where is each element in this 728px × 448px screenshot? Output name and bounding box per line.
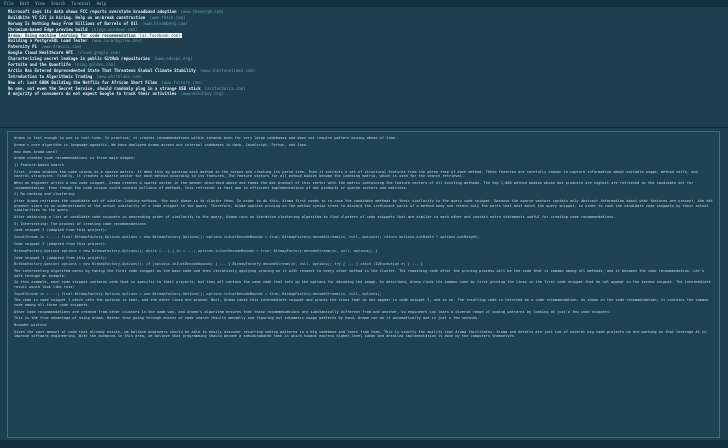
headline-source: (www.ndsspc.org) — [154, 56, 193, 62]
headline-item[interactable]: A majority of consumers do not expect Go… — [8, 91, 608, 97]
article-paragraph: Aroma creates code recommendations in th… — [14, 156, 136, 161]
article-paragraph: InputStream in = ...; final BitmapFactor… — [14, 291, 382, 296]
headline-title: No one, not even the Secret Service, sho… — [8, 85, 201, 91]
article-paragraph: When an engineer writes a new code snipp… — [14, 181, 694, 190]
article-paragraph: 2) Re-ranking and clustering — [14, 192, 75, 197]
article-paragraph: After Aroma retrieves the candidate set … — [14, 199, 713, 212]
menu-view[interactable]: View — [35, 0, 45, 7]
headline-source: (cloud.google.com) — [77, 50, 121, 56]
article-paragraph: How does Aroma work? — [14, 149, 58, 154]
divider — [0, 127, 728, 128]
headline-title: Arctic Has Entered Unprecedented State T… — [8, 67, 196, 73]
headline-title: Paternity Pi — [8, 44, 37, 50]
menu-help[interactable]: Help — [97, 0, 107, 7]
menu-search[interactable]: Search — [51, 0, 65, 7]
headline-source: (www.theverge.com) — [180, 9, 224, 14]
headline-title: A majority of consumers do not expect Go… — [8, 91, 177, 97]
article-paragraph: In this example, each code snippet conta… — [14, 280, 711, 289]
headline-title: Introduction to Algorithmic Trading — [8, 73, 93, 79]
menu-file[interactable]: File — [4, 0, 14, 7]
article-paragraph: BitmapFactory.Options options = new Bitm… — [14, 248, 378, 253]
headline-source: (www.lunarmycrew.dev) — [91, 38, 143, 44]
headline-source: (blog.golden.com) — [74, 62, 116, 68]
headline-title: Aroma: Using machine learning for code r… — [8, 32, 136, 38]
headline-source: (www.fetch.com) — [149, 14, 186, 20]
article-paragraph: Code snippet 1 (adapted from this projec… — [14, 228, 108, 233]
article-paragraph: This is the true advantage of using Arom… — [14, 316, 480, 321]
headline-source: (arstechnica.com) — [204, 85, 246, 91]
menu-terminal[interactable]: Terminal — [71, 0, 90, 7]
headline-list: Microsoft says its data shows FCC report… — [8, 9, 608, 97]
headline-title: Norway Is Nothing Away From Billions of … — [8, 20, 139, 26]
article-pane[interactable]: Aroma is fast enough to use in real time… — [7, 131, 720, 438]
article-paragraph: Other code recommendations are created f… — [14, 309, 612, 314]
article-paragraph: Aroma is fast enough to use in real time… — [14, 136, 397, 140]
headline-source: (www.whitelabs.com) — [96, 73, 143, 79]
article-paragraph: First, Aroma indexes the code corpus as … — [14, 169, 698, 179]
article-paragraph: Broader picture — [14, 323, 47, 328]
headline-title: Building a PostgreSQL Load Tester — [8, 38, 88, 44]
article-paragraph: After obtaining a list of candidate code… — [14, 214, 616, 219]
terminal-window: File Edit View Search Terminal Help Micr… — [0, 0, 728, 448]
headline-source: (www.inkstonetimes.com) — [199, 67, 256, 73]
headline-title: Fortnite and the Quantlife — [8, 62, 71, 68]
headline-source: (ai.facebook.com) — [139, 32, 181, 38]
article-paragraph: InputStream in = ...; final BitmapFactor… — [14, 235, 480, 240]
article-paragraph: The intersecting algorithm works by taki… — [14, 269, 705, 278]
headline-source: (www.mckinsey.org) — [180, 91, 224, 97]
headline-title: Google Cloud Healthcare API — [8, 50, 74, 56]
menu-bar: File Edit View Search Terminal Help — [0, 0, 728, 7]
headline-title: Microsoft says its data shows FCC report… — [8, 9, 177, 14]
headline-title: Buildkite YC S21 is hiring. Help us un-b… — [8, 14, 146, 20]
article-paragraph: Given the vast amount of code that alrea… — [14, 329, 707, 339]
headline-source: (www.factory.com) — [161, 79, 203, 85]
headline-source: (www.drmusic.com) — [40, 44, 82, 50]
article-paragraph: Aroma's core algorithm is language-agnos… — [14, 142, 309, 147]
article-paragraph: BitmapFactory.Options options = new Bitm… — [14, 262, 423, 267]
headline-source: (blogs.windows.com) — [91, 26, 138, 32]
article-paragraph: Code snippet 3 (adapted from this projec… — [14, 255, 108, 260]
headline-title: Characterizing secret leakage in public … — [8, 56, 151, 62]
headline-title: New of: Lost 600K Building the Netflix f… — [8, 79, 158, 85]
article-paragraph: 1) Feature-based search — [14, 163, 64, 168]
headline-source: (www.bloomberg.com) — [142, 20, 188, 26]
menu-edit[interactable]: Edit — [20, 0, 30, 7]
article-paragraph: The code in code snippet 1 which sets th… — [14, 298, 709, 307]
article-paragraph: 3) Intersecting: The process of creating… — [14, 221, 146, 226]
headline-title: Chromium-based Edge preview build — [8, 26, 88, 32]
status-bar — [0, 440, 728, 448]
article-paragraph: Code snippet 2 (adapted from this projec… — [14, 241, 108, 246]
